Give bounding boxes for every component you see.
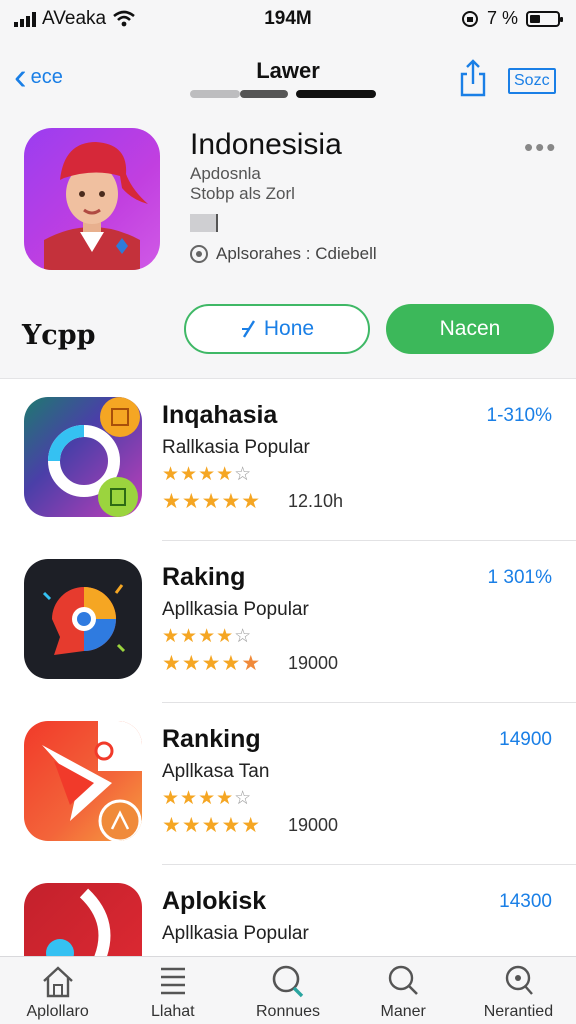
chevron-left-icon: ‹ <box>14 56 27 98</box>
search-icon <box>389 965 419 995</box>
tab-label: Maner <box>380 1003 426 1020</box>
rating-stars: ★★★★☆ <box>162 788 253 809</box>
download-count: 19000 <box>288 815 339 835</box>
tab-label: Ronnues <box>255 1003 321 1020</box>
section-label: Ycpp <box>22 320 96 351</box>
app-icon-2 <box>24 559 142 679</box>
sort-button[interactable]: Sozc <box>508 68 556 94</box>
tab-ranking[interactable]: Nerantied <box>461 957 576 1024</box>
list-item[interactable]: Aplokisk Apllkasia Popular 14300 <box>0 865 576 956</box>
secondary-action-label: Hone <box>263 317 315 340</box>
app-meta: Aplsorahes : Cdiebell <box>190 244 377 264</box>
segment-indicator-1 <box>190 90 240 98</box>
app-icon-4 <box>24 883 142 956</box>
rank-value: 1 301% <box>487 567 552 588</box>
status-bar: AVeaka 194M 7 % <box>0 0 576 40</box>
carrier-label: AVeaka <box>42 8 107 29</box>
rating-stars: ★★★★☆ <box>162 626 253 647</box>
tab-bar: Aplollaro Llahat Ronnues Maner Nerantied <box>0 956 576 1024</box>
app-detail: Indonesisia Apdosnla Stobp als Zorl Apls… <box>0 114 576 378</box>
tab-label: Aplollaro <box>26 1003 89 1020</box>
tab-search-active[interactable]: Ronnues <box>230 957 345 1024</box>
home-icon <box>42 966 73 998</box>
signal-icon <box>14 11 36 27</box>
app-icon-3 <box>24 721 142 841</box>
status-left: AVeaka <box>14 8 136 30</box>
app-name: Inqahasia <box>162 401 278 429</box>
app-category: Apllkasa Tan <box>162 761 270 782</box>
list-item[interactable]: Ranking Apllkasa Tan ★★★★☆ ★★★★★ 19000 1… <box>0 703 576 865</box>
segment-indicator-2 <box>240 90 288 98</box>
ranking-icon <box>506 965 534 995</box>
share-icon[interactable] <box>458 58 488 98</box>
list-item[interactable]: Raking Apllkasia Popular ★★★★☆ ★★★★★ 190… <box>0 541 576 703</box>
rating-stars: ★★★★★ <box>162 814 262 837</box>
rating-stars: ★★★★★ <box>162 490 262 513</box>
rating-stars: ★★★★★ <box>162 652 262 675</box>
page-title: Lawer <box>256 58 320 83</box>
pen-icon <box>241 320 255 338</box>
tab-search[interactable]: Maner <box>346 957 461 1024</box>
info-icon <box>190 245 208 263</box>
rating-stars: ★★★★☆ <box>162 464 253 485</box>
battery-icon <box>526 10 563 27</box>
ellipsis-icon[interactable]: ••• <box>524 132 557 163</box>
app-subtitle-2: Stobp als Zorl <box>190 184 295 203</box>
app-name: Aplokisk <box>162 887 267 915</box>
rank-value: 14900 <box>499 729 552 750</box>
lock-rotation-icon <box>461 10 478 27</box>
download-count: 12.10h <box>288 491 344 511</box>
app-icon-1 <box>24 397 142 517</box>
tab-list[interactable]: Llahat <box>115 957 230 1024</box>
back-label: ece <box>30 65 63 88</box>
tab-label: Nerantied <box>483 1003 554 1020</box>
nav-header: ‹ ece Lawer Sozc <box>0 40 576 114</box>
app-meta-text: Aplsorahes : Cdiebell <box>216 244 377 263</box>
app-category: Rallkasia Popular <box>162 437 310 458</box>
tab-label: Llahat <box>151 1003 195 1020</box>
app-name: Ranking <box>162 725 261 753</box>
tab-home[interactable]: Aplollaro <box>0 957 115 1024</box>
search-icon <box>272 965 304 998</box>
app-category: Apllkasia Popular <box>162 923 309 944</box>
back-button[interactable]: ‹ ece <box>14 56 63 98</box>
download-count: 19000 <box>288 653 339 673</box>
app-name: Raking <box>162 563 246 591</box>
app-name: Indonesisia <box>190 128 342 161</box>
status-right: 7 % <box>461 8 563 29</box>
app-icon <box>24 128 160 270</box>
rank-value: 1-310% <box>486 405 553 426</box>
battery-percent: 7 % <box>486 8 518 28</box>
segment-indicator-3 <box>296 90 376 98</box>
wifi-icon <box>113 10 135 27</box>
app-subtitle-1: Apdosnla <box>190 164 261 183</box>
primary-action-button[interactable]: Nacen <box>386 304 554 354</box>
age-rating-badge <box>190 214 218 232</box>
rank-value: 14300 <box>499 891 552 912</box>
app-category: Apllkasia Popular <box>162 599 309 620</box>
app-list: Inqahasia Rallkasia Popular ★★★★☆ ★★★★★ … <box>0 378 576 956</box>
list-icon <box>160 967 185 995</box>
list-item[interactable]: Inqahasia Rallkasia Popular ★★★★☆ ★★★★★ … <box>0 379 576 541</box>
secondary-action-button[interactable]: Hone <box>184 304 370 354</box>
